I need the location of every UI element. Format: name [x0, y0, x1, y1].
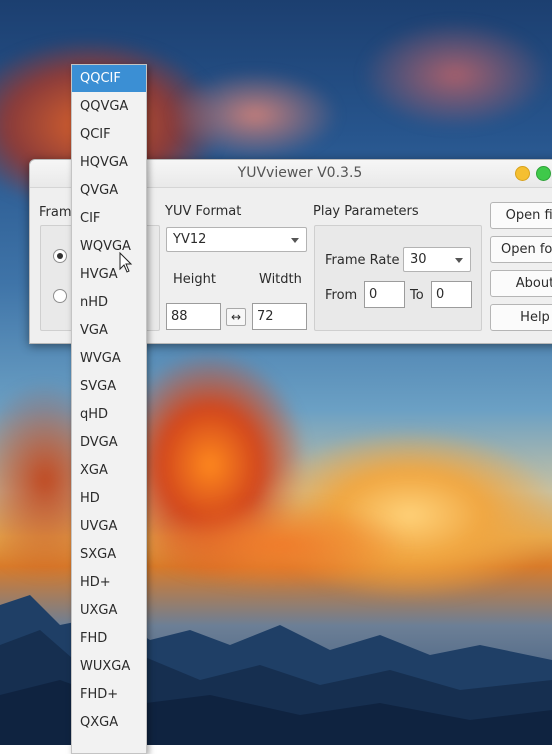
- frame-rate-select[interactable]: 30: [403, 247, 471, 272]
- dropdown-item[interactable]: QQVGA: [72, 93, 146, 120]
- frame-size-label: Fram: [39, 205, 72, 220]
- dropdown-item[interactable]: QXGA: [72, 709, 146, 736]
- frame-rate-value: 30: [410, 252, 427, 267]
- dropdown-item[interactable]: XGA: [72, 457, 146, 484]
- dropdown-item[interactable]: FHD: [72, 625, 146, 652]
- frame-size-dropdown[interactable]: QQCIF QQVGA QCIF HQVGA QVGA CIF WQVGA HV…: [71, 64, 147, 754]
- help-label: Help: [520, 310, 550, 325]
- help-button[interactable]: Help: [490, 304, 552, 331]
- chevron-down-icon: [455, 258, 463, 263]
- open-file-label: Open file: [505, 208, 552, 223]
- width-label: Witdth: [259, 272, 302, 287]
- maximize-button[interactable]: [536, 166, 551, 181]
- frame-rate-label: Frame Rate: [325, 253, 400, 268]
- open-folder-label: Open folder: [501, 242, 552, 257]
- mouse-cursor-icon: [119, 252, 133, 273]
- play-parameters-label: Play Parameters: [313, 204, 419, 219]
- dropdown-item[interactable]: CIF: [72, 205, 146, 232]
- yuv-format-label: YUV Format: [165, 204, 242, 219]
- dropdown-item[interactable]: HD+: [72, 569, 146, 596]
- dropdown-item[interactable]: WUXGA: [72, 653, 146, 680]
- about-button[interactable]: About: [490, 270, 552, 297]
- dropdown-item[interactable]: UVGA: [72, 513, 146, 540]
- dropdown-item[interactable]: SVGA: [72, 373, 146, 400]
- dropdown-item[interactable]: nHD: [72, 289, 146, 316]
- frame-radio-1[interactable]: [53, 249, 67, 263]
- height-label: Height: [173, 272, 216, 287]
- yuv-format-select[interactable]: YV12: [166, 227, 307, 252]
- dropdown-item[interactable]: UXGA: [72, 597, 146, 624]
- dropdown-item[interactable]: FHD+: [72, 681, 146, 708]
- play-parameters-group: Frame Rate 30 From 0 To 0: [314, 225, 482, 331]
- width-input[interactable]: 72: [252, 303, 307, 330]
- open-folder-button[interactable]: Open folder: [490, 236, 552, 263]
- dropdown-item[interactable]: QQCIF: [72, 65, 146, 92]
- dropdown-item[interactable]: WVGA: [72, 345, 146, 372]
- dropdown-item[interactable]: SXGA: [72, 541, 146, 568]
- dropdown-item[interactable]: HD: [72, 485, 146, 512]
- dropdown-item[interactable]: QCIF: [72, 121, 146, 148]
- frame-radio-2[interactable]: [53, 289, 67, 303]
- height-input[interactable]: 88: [166, 303, 221, 330]
- dropdown-item[interactable]: qHD: [72, 401, 146, 428]
- dropdown-item[interactable]: DVGA: [72, 429, 146, 456]
- dropdown-item[interactable]: QVGA: [72, 177, 146, 204]
- to-label: To: [410, 288, 424, 303]
- dropdown-item[interactable]: WQVGA: [72, 233, 146, 260]
- from-input[interactable]: 0: [364, 281, 405, 308]
- open-file-button[interactable]: Open file: [490, 202, 552, 229]
- from-label: From: [325, 288, 358, 303]
- dropdown-item[interactable]: VGA: [72, 317, 146, 344]
- dropdown-item[interactable]: HVGA: [72, 261, 146, 288]
- yuv-format-value: YV12: [173, 232, 207, 247]
- about-label: About: [515, 276, 552, 291]
- dropdown-item[interactable]: HQVGA: [72, 149, 146, 176]
- chevron-down-icon: [291, 238, 299, 243]
- minimize-button[interactable]: [515, 166, 530, 181]
- swap-size-button[interactable]: ↔: [226, 308, 246, 326]
- to-input[interactable]: 0: [431, 281, 472, 308]
